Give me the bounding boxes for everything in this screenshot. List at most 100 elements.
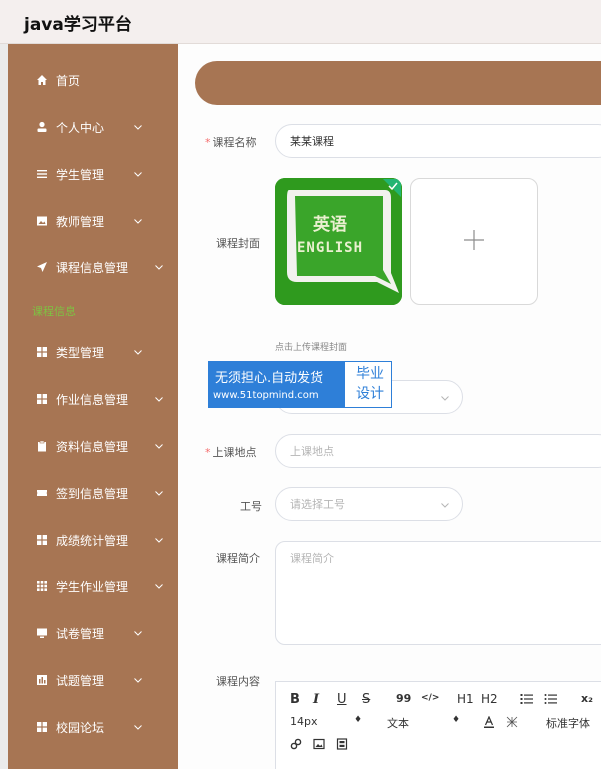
content-label: 课程内容 [216,675,260,688]
clipboard-icon [36,440,48,452]
watermark-left: 无须担心.自动发货 www.51topmind.com [209,362,345,407]
cover-upload-button[interactable] [410,178,538,305]
paragraph-select[interactable]: 文本 [387,715,409,731]
chevron-down-icon [440,393,450,403]
chevron-down-icon [133,216,143,226]
chevron-down-icon [133,347,143,357]
chevron-down-icon [133,122,143,132]
course-name-input[interactable]: 某某课程 [275,124,601,158]
sidebar-subitem-course-info[interactable]: 课程信息 [32,303,76,319]
sidebar-item-checkin[interactable]: 签到信息管理 [8,473,178,513]
course-cover-image[interactable]: 英语 ENGLISH [275,178,402,305]
sidebar: 首页 个人中心 学生管理 教师管理 课程信息管理 课程信息 类型管理 作业信息管… [8,44,178,769]
chevron-down-icon [440,500,450,510]
font-size-select[interactable]: 14px [290,715,318,728]
sidebar-item-student-homework[interactable]: 学生作业管理 [8,566,178,606]
strikethrough-button[interactable]: S [362,692,370,707]
monitor-icon [36,627,48,639]
cover-text-top: 英语 [313,215,347,235]
sidebar-item-courses[interactable]: 课程信息管理 [8,247,178,287]
intro-placeholder: 课程简介 [290,552,334,565]
send-icon [36,261,48,273]
font-family-select[interactable]: 标准字体 [546,715,590,731]
sidebar-item-label: 试题管理 [56,673,105,688]
chevron-down-icon [154,394,164,404]
sidebar-item-label: 类型管理 [56,345,105,360]
sidebar-item-label: 签到信息管理 [56,486,129,501]
sidebar-item-homework[interactable]: 作业信息管理 [8,379,178,419]
cover-upload-hint: 点击上传课程封面 [275,343,348,353]
bold-button[interactable]: B [290,692,300,707]
cover-text-bottom: ENGLISH [297,240,364,256]
bullet-list-icon[interactable] [544,693,557,705]
chevron-down-icon [154,441,164,451]
sidebar-item-teachers[interactable]: 教师管理 [8,201,178,241]
grid-icon [36,346,48,358]
sidebar-item-label: 首页 [56,73,81,88]
chevron-down-icon [133,675,143,685]
grid-icon [36,393,48,405]
dots-grid-icon [36,580,48,592]
intro-textarea[interactable]: 课程简介 [275,541,601,645]
sidebar-item-label: 课程信息管理 [56,260,129,275]
watermark-right-top: 毕业 [356,366,384,382]
font-color-icon[interactable] [483,716,495,728]
location-label: * 上课地点 [205,446,257,459]
app-header: java学习平台 [0,0,601,44]
required-mark: * [205,136,211,149]
ticket-icon [36,487,48,499]
plus-icon [462,228,486,256]
subscript-button[interactable]: x₂ [581,692,593,705]
watermark-right: 毕业 设计 [349,364,391,404]
paragraph-stepper-icon[interactable]: ♦ [452,715,460,725]
sidebar-item-label: 成绩统计管理 [56,533,129,548]
grid-icon [36,721,48,733]
link-icon[interactable] [290,738,302,750]
image-icon[interactable] [313,738,325,750]
sidebar-item-materials[interactable]: 资料信息管理 [8,426,178,466]
grid-icon [36,534,48,546]
home-icon [36,74,48,86]
sidebar-item-types[interactable]: 类型管理 [8,332,178,372]
image-icon [36,215,48,227]
video-icon[interactable] [336,738,348,750]
sidebar-item-label: 学生管理 [56,167,105,182]
watermark-badge: 无须担心.自动发货 www.51topmind.com 毕业 设计 [208,361,392,408]
chevron-down-icon [154,488,164,498]
code-button[interactable]: </> [421,693,439,703]
sidebar-item-questions[interactable]: 试题管理 [8,660,178,700]
chevron-down-icon [154,581,164,591]
heading1-button[interactable]: H1 [457,692,474,706]
job-no-label: 工号 [240,500,262,513]
page-banner [195,61,601,105]
background-color-icon[interactable] [506,716,518,728]
heading2-button[interactable]: H2 [481,692,498,706]
chevron-down-icon [133,169,143,179]
sidebar-item-label: 学生作业管理 [56,579,129,594]
sidebar-item-students[interactable]: 学生管理 [8,154,178,194]
course-name-label: * 课程名称 [205,136,257,149]
chevron-down-icon [154,262,164,272]
list-icon [36,168,48,180]
chevron-down-icon [154,535,164,545]
sidebar-item-forum[interactable]: 校园论坛 [8,707,178,747]
watermark-line2: www.51topmind.com [213,390,319,401]
sidebar-item-papers[interactable]: 试卷管理 [8,613,178,653]
chevron-down-icon [133,628,143,638]
sidebar-item-profile[interactable]: 个人中心 [8,107,178,147]
sidebar-item-label: 资料信息管理 [56,439,129,454]
font-size-stepper-icon[interactable]: ♦ [354,715,362,725]
app-title: java学习平台 [24,15,132,35]
rich-text-editor: B I U S 99 </> H1 H2 x₂ 14px ♦ 文本 ♦ 标准字体 [275,681,601,769]
underline-button[interactable]: U [337,692,347,707]
sidebar-item-label: 试卷管理 [56,626,105,641]
chevron-down-icon [133,722,143,732]
watermark-right-bottom: 设计 [356,386,384,402]
italic-button[interactable]: I [313,692,319,707]
sidebar-item-home[interactable]: 首页 [8,60,178,100]
location-input[interactable]: 上课地点 [275,434,601,468]
job-no-select[interactable]: 请选择工号 [275,487,463,521]
quote-button[interactable]: 99 [396,692,411,705]
sidebar-item-grades[interactable]: 成绩统计管理 [8,520,178,560]
ordered-list-icon[interactable] [520,693,533,705]
